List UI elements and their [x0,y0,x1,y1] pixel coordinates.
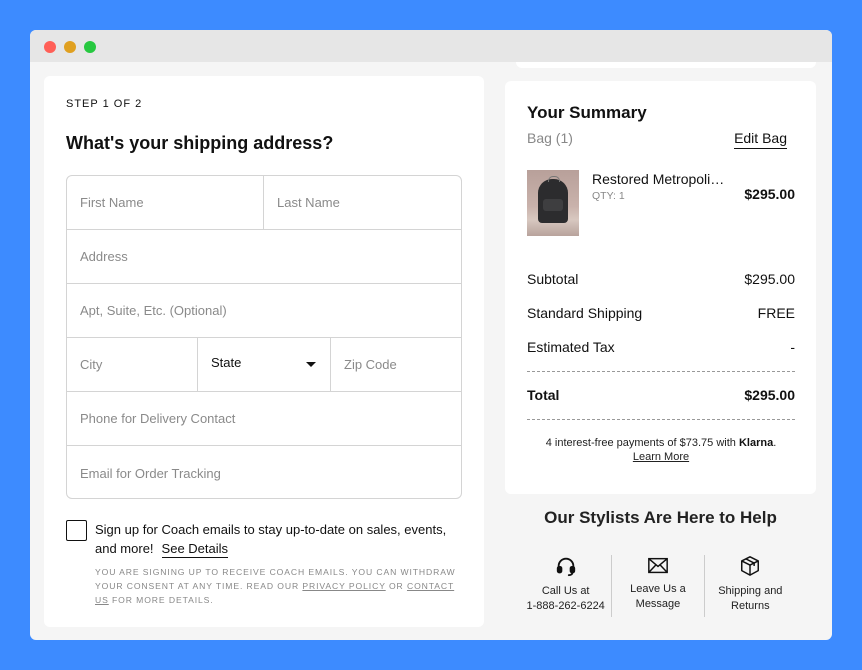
browser-window: STEP 1 OF 2 What's your shipping address… [30,30,832,640]
leave-message-line1: Leave Us a [630,583,686,595]
help-options: Call Us at 1-888-262-6224 Leave Us a Mes… [520,555,796,617]
total-row: Total $295.00 [527,387,795,403]
phone-input[interactable]: Phone for Delivery Contact [67,392,461,445]
close-window-button[interactable] [44,41,56,53]
state-select[interactable]: State [198,338,331,391]
shipping-label: Standard Shipping [527,305,643,321]
shipping-row: Standard Shipping FREE [527,305,795,321]
subtotal-value: $295.00 [744,271,795,287]
product-quantity: QTY: 1 [592,190,625,202]
caret-down-icon [306,362,316,367]
city-input[interactable]: City [67,338,198,391]
klarna-learn-more-link[interactable]: Learn More [633,451,689,463]
phone-row: Phone for Delivery Contact [67,392,461,446]
product-name[interactable]: Restored Metropolitan Backpack [592,171,727,187]
see-details-link[interactable]: See Details [161,541,229,558]
tax-value: - [790,339,795,355]
maximize-window-button[interactable] [84,41,96,53]
bag-item: Restored Metropolitan Backpack QTY: 1 $2… [527,170,795,238]
shipping-returns-option[interactable]: Shipping and Returns [705,555,796,617]
last-name-input[interactable]: Last Name [264,176,461,229]
edit-bag-link[interactable]: Edit Bag [734,130,787,149]
shipping-heading: What's your shipping address? [66,133,334,153]
subtotal-label: Subtotal [527,271,579,287]
divider [527,419,795,420]
call-us-line1: Call Us at [541,585,590,597]
order-summary-card: Your Summary Bag (1) Edit Bag Restored M… [505,81,816,494]
envelope-icon [648,557,668,574]
headset-icon [556,557,575,577]
zip-code-input[interactable]: Zip Code [331,338,461,391]
tax-label: Estimated Tax [527,339,615,355]
city-state-zip-row: City State Zip Code [67,338,461,392]
step-indicator: STEP 1 OF 2 [66,98,143,110]
first-name-input[interactable]: First Name [67,176,264,229]
email-signup-checkbox[interactable] [66,520,87,541]
privacy-policy-link[interactable]: PRIVACY POLICY [302,581,385,591]
help-heading: Our Stylists Are Here to Help [544,508,777,527]
title-bar [30,30,832,62]
apt-row: Apt, Suite, Etc. (Optional) [67,284,461,338]
klarna-promo: 4 interest-free payments of $73.75 with … [527,436,795,464]
address-form: First Name Last Name Address Apt, Suite,… [66,175,462,499]
shipping-returns-text: Shipping and Returns [718,584,782,614]
name-row: First Name Last Name [67,176,461,230]
call-us-text: Call Us at 1-888-262-6224 [527,584,605,614]
leave-message-line2: Message [635,598,681,610]
leave-message-option[interactable]: Leave Us a Message [612,555,705,617]
box-icon [741,556,760,576]
address-input[interactable]: Address [67,230,461,283]
backpack-image [538,176,568,223]
apt-input[interactable]: Apt, Suite, Etc. (Optional) [67,284,461,337]
total-label: Total [527,387,560,403]
product-price: $295.00 [744,186,795,202]
tax-row: Estimated Tax - [527,339,795,355]
phone-number[interactable]: 1-888-262-6224 [527,600,605,612]
leave-message-text: Leave Us a Message [630,582,686,612]
bag-count: Bag (1) [527,130,573,146]
legal-disclaimer: YOU ARE SIGNING UP TO RECEIVE COACH EMAI… [95,565,467,607]
klarna-text: 4 interest-free payments of $73.75 with [545,437,739,449]
klarna-period: . [773,437,777,449]
shipping-card: STEP 1 OF 2 What's your shipping address… [44,76,484,627]
product-thumbnail[interactable] [527,170,579,236]
signup-label: Sign up for Coach emails to stay up-to-d… [95,522,447,556]
shipping-returns-line1: Shipping and [718,585,783,597]
divider [527,371,795,372]
state-select-label: State [211,355,242,370]
previous-card-edge [516,62,816,68]
email-row: Email for Order Tracking [67,446,461,498]
shipping-returns-line2: Returns [731,600,770,612]
address-row: Address [67,230,461,284]
email-input[interactable]: Email for Order Tracking [67,446,461,498]
summary-title: Your Summary [527,103,647,122]
total-value: $295.00 [744,387,795,403]
signup-text: Sign up for Coach emails to stay up-to-d… [95,520,465,558]
subtotal-row: Subtotal $295.00 [527,271,795,287]
shipping-value: FREE [757,305,795,321]
call-us-option[interactable]: Call Us at 1-888-262-6224 [520,555,613,617]
legal-text-3: FOR MORE DETAILS. [108,595,214,605]
minimize-window-button[interactable] [64,41,76,53]
klarna-logo: Klarna [738,437,774,449]
legal-text-2: OR [385,581,407,591]
